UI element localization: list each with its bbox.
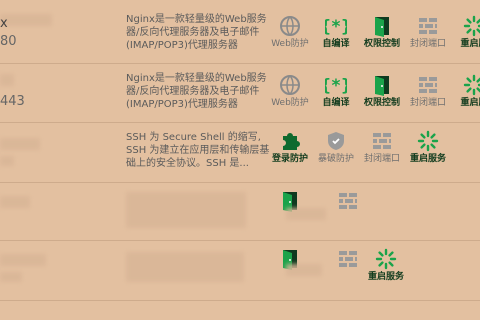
service-port: 80 bbox=[0, 34, 17, 49]
shield-icon bbox=[325, 130, 347, 152]
action-label: 权限控制 bbox=[363, 98, 400, 108]
action-label: 重启服 bbox=[460, 39, 480, 49]
row-divider bbox=[0, 182, 480, 183]
brick-wall-icon bbox=[337, 248, 359, 270]
globe-icon bbox=[279, 15, 301, 37]
blurred-name bbox=[0, 138, 40, 150]
action-label: 自编译 bbox=[322, 98, 350, 108]
action-label: 封闭端口 bbox=[363, 154, 400, 164]
action-label: 暴破防护 bbox=[317, 154, 354, 164]
blurred-name bbox=[0, 196, 30, 208]
braces-icon: {*} bbox=[325, 74, 347, 96]
service-description: Nginx是一款轻量级的Web服务器/反向代理服务器及电子邮件(IMAP/POP… bbox=[126, 73, 267, 110]
spinner-icon bbox=[463, 74, 480, 96]
brick-wall-icon bbox=[337, 190, 359, 212]
action-label: 重启服务 bbox=[367, 272, 404, 282]
row-divider bbox=[0, 240, 480, 241]
action-label: Web防护 bbox=[271, 98, 309, 108]
action-label: 封闭端口 bbox=[409, 39, 446, 49]
action-label: 登录防护 bbox=[271, 154, 308, 164]
service-description: Nginx是一款轻量级的Web服务器/反向代理服务器及电子邮件(IMAP/POP… bbox=[126, 14, 267, 51]
row-divider bbox=[0, 63, 480, 64]
brick-wall-icon bbox=[371, 130, 393, 152]
row-divider bbox=[0, 300, 480, 301]
service-description: SSH 为 Secure Shell 的缩写, SSH 为建立在应用层和传输层基… bbox=[126, 132, 270, 169]
spinner-icon bbox=[375, 248, 397, 270]
blurred-name bbox=[0, 74, 14, 86]
door-icon bbox=[371, 15, 393, 37]
door-icon bbox=[371, 74, 393, 96]
blurred-description bbox=[126, 192, 246, 228]
globe-icon bbox=[279, 74, 301, 96]
svg-text:{*}: {*} bbox=[325, 17, 347, 37]
restart-service-button[interactable]: 重启服 bbox=[446, 15, 480, 50]
brick-wall-icon bbox=[417, 15, 439, 37]
puzzle-icon bbox=[279, 130, 301, 152]
spinner-icon bbox=[463, 15, 480, 37]
svg-text:{*}: {*} bbox=[325, 76, 347, 96]
row-divider bbox=[0, 122, 480, 123]
service-list: x 80 Nginx是一款轻量级的Web服务器/反向代理服务器及电子邮件(IMA… bbox=[0, 0, 480, 320]
action-label: 重启服务 bbox=[409, 154, 446, 164]
braces-icon: {*} bbox=[325, 15, 347, 37]
close-port-button[interactable] bbox=[320, 190, 376, 214]
restart-service-button[interactable]: 重启服 bbox=[446, 74, 480, 109]
blurred-port bbox=[0, 272, 22, 282]
blurred-description bbox=[126, 252, 244, 282]
service-name: x bbox=[0, 16, 8, 31]
brick-wall-icon bbox=[417, 74, 439, 96]
action-label: 重启服 bbox=[460, 98, 480, 108]
blurred-name bbox=[0, 254, 46, 266]
action-label: Web防护 bbox=[271, 39, 309, 49]
action-label: 自编译 bbox=[322, 39, 350, 49]
action-label: 权限控制 bbox=[363, 39, 400, 49]
blurred-port bbox=[0, 156, 14, 166]
spinner-icon bbox=[417, 130, 439, 152]
restart-service-button[interactable]: 重启服务 bbox=[400, 130, 456, 165]
blurred-label bbox=[286, 264, 322, 276]
action-label: 封闭端口 bbox=[409, 98, 446, 108]
service-port: 443 bbox=[0, 94, 25, 109]
restart-service-button[interactable]: 重启服务 bbox=[358, 248, 414, 283]
